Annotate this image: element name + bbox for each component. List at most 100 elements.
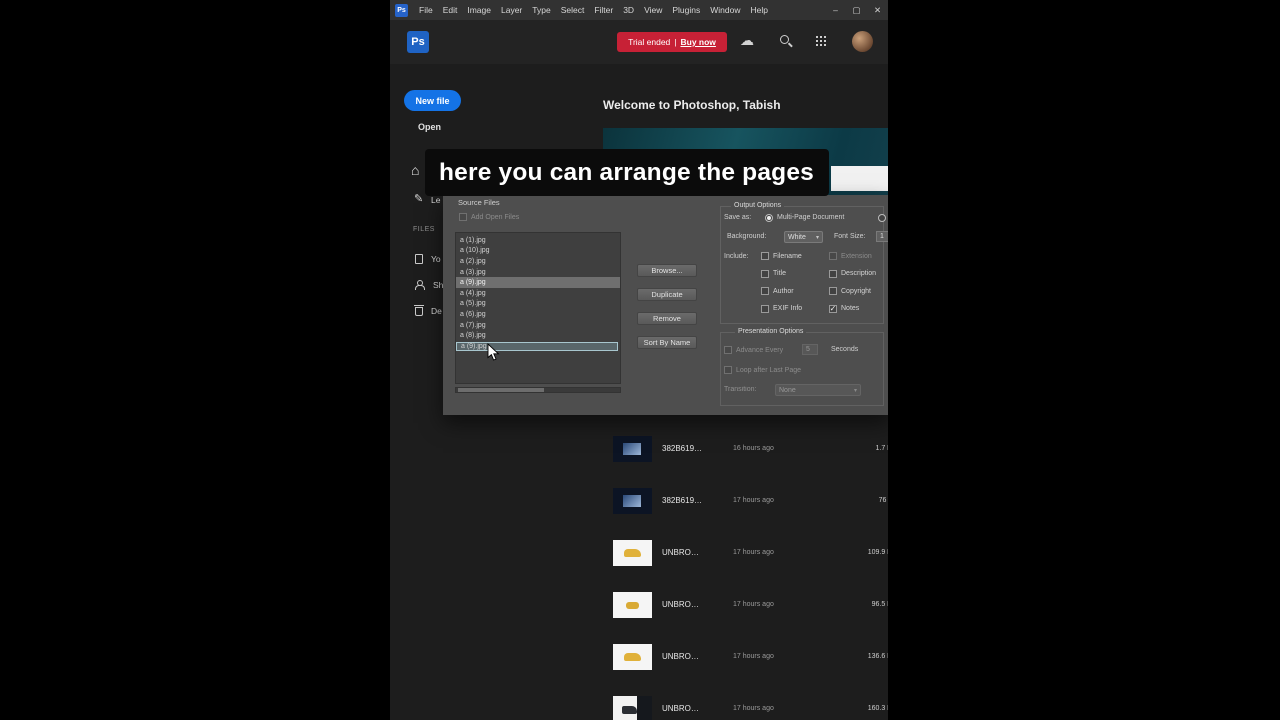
include-checkbox[interactable]: Copyright bbox=[829, 287, 888, 295]
menu-item[interactable]: View bbox=[639, 0, 667, 20]
checkbox-box[interactable] bbox=[829, 304, 837, 313]
source-file-name: a (9).jpg bbox=[461, 342, 487, 350]
background-dropdown[interactable]: White ▾ bbox=[784, 231, 823, 243]
menu-item[interactable]: File bbox=[414, 0, 438, 20]
maximize-button[interactable]: ▢ bbox=[846, 0, 867, 20]
source-file-name: a (8).jpg bbox=[460, 332, 486, 340]
window-controls: – ▢ ✕ bbox=[825, 0, 888, 20]
dialog-button[interactable]: Sort By Name bbox=[637, 336, 697, 349]
menu-item[interactable]: Type bbox=[527, 0, 555, 20]
source-file-row[interactable]: a (7).jpg bbox=[456, 320, 620, 331]
dialog-button[interactable]: Browse... bbox=[637, 264, 697, 277]
file-row[interactable]: UNBRO… 17 hours ago 96.5 M bbox=[390, 571, 888, 623]
menu-item[interactable]: Layer bbox=[496, 0, 527, 20]
minimize-button[interactable]: – bbox=[825, 0, 846, 20]
title-bar: Ps File Edit Image Layer Type Select Filter 3D V… bbox=[390, 0, 888, 20]
menu-item[interactable]: Help bbox=[745, 0, 772, 20]
checkbox-box[interactable] bbox=[459, 213, 467, 221]
checkbox-box[interactable] bbox=[724, 346, 732, 354]
dialog-button[interactable]: Remove bbox=[637, 312, 697, 325]
source-file-name: a (7).jpg bbox=[460, 321, 486, 329]
avatar[interactable] bbox=[852, 31, 873, 52]
include-label: Include: bbox=[724, 253, 749, 260]
menu-item[interactable]: Edit bbox=[438, 0, 463, 20]
file-row[interactable]: UNBRO… 17 hours ago 160.3 M bbox=[390, 675, 888, 720]
checkbox-box[interactable] bbox=[724, 366, 732, 374]
advance-seconds-field[interactable]: 5 bbox=[802, 344, 818, 355]
cloud-sync-icon[interactable]: ☁ bbox=[740, 32, 754, 49]
checkbox-box[interactable] bbox=[761, 304, 769, 313]
source-file-name: a (5).jpg bbox=[460, 300, 486, 308]
advance-every-checkbox[interactable]: Advance Every bbox=[724, 346, 783, 354]
checkbox-box[interactable] bbox=[829, 252, 837, 260]
search-icon[interactable] bbox=[780, 35, 789, 44]
dialog-button[interactable]: Duplicate bbox=[637, 288, 697, 301]
checkbox-label: Loop after Last Page bbox=[736, 366, 801, 374]
include-checkbox[interactable]: Extension bbox=[829, 252, 888, 260]
multi-page-radio[interactable] bbox=[765, 214, 773, 222]
home-icon[interactable]: ⌂ bbox=[411, 162, 419, 178]
menu-item[interactable]: Filter bbox=[589, 0, 618, 20]
multi-page-radio-label[interactable]: Multi-Page Document bbox=[777, 214, 844, 221]
checkbox-box[interactable] bbox=[829, 287, 837, 295]
source-file-row[interactable]: a (2).jpg bbox=[456, 256, 620, 267]
presentation-radio[interactable] bbox=[878, 214, 886, 222]
file-size: 76 K bbox=[878, 497, 888, 504]
banner-card[interactable] bbox=[831, 166, 888, 191]
source-file-name: a (6).jpg bbox=[460, 310, 486, 318]
trial-divider: | bbox=[674, 37, 677, 47]
menu-bar: File Edit Image Layer Type Select Filter 3D View… bbox=[414, 0, 773, 20]
file-row[interactable]: UNBRO… 17 hours ago 109.9 M bbox=[390, 519, 888, 571]
checkbox-box[interactable] bbox=[761, 269, 769, 278]
include-checkbox[interactable]: EXIF Info bbox=[761, 304, 829, 313]
apps-grid-icon[interactable] bbox=[816, 36, 818, 38]
menu-item[interactable]: Image bbox=[462, 0, 496, 20]
buy-now-link[interactable]: Buy now bbox=[681, 37, 716, 47]
include-checkbox[interactable]: Title bbox=[761, 269, 829, 278]
background-value: White bbox=[788, 233, 806, 241]
source-file-row[interactable]: a (3).jpg bbox=[456, 267, 620, 278]
include-checkbox[interactable]: Filename bbox=[761, 252, 829, 260]
include-checkbox[interactable]: Notes bbox=[829, 304, 888, 313]
source-file-list[interactable]: a (1).jpg a (10).jpg a (2).jpg a (3).jpg bbox=[455, 232, 621, 384]
source-file-row[interactable]: a (9).jpg bbox=[456, 277, 620, 288]
checkbox-box[interactable] bbox=[761, 252, 769, 260]
file-row[interactable]: UNBRO… 17 hours ago 136.6 M bbox=[390, 623, 888, 675]
scrollbar-thumb[interactable] bbox=[458, 388, 544, 392]
menu-item[interactable]: Select bbox=[556, 0, 590, 20]
source-file-row[interactable]: a (6).jpg bbox=[456, 309, 620, 320]
source-file-row[interactable]: a (10).jpg bbox=[456, 246, 620, 257]
checkbox-box[interactable] bbox=[829, 269, 837, 278]
transition-dropdown[interactable]: None ▾ bbox=[775, 384, 861, 396]
save-as-label: Save as: bbox=[724, 214, 752, 221]
sidebar-item-learn[interactable]: Le bbox=[431, 195, 440, 205]
learn-icon[interactable]: ✎ bbox=[414, 192, 423, 205]
trial-badge[interactable]: Trial ended | Buy now bbox=[617, 32, 727, 52]
source-file-row[interactable]: a (9).jpg bbox=[456, 341, 618, 351]
include-checkbox[interactable]: Description bbox=[829, 269, 888, 278]
caption-text: here you can arrange the pages bbox=[439, 158, 814, 186]
loop-checkbox[interactable]: Loop after Last Page bbox=[724, 366, 801, 374]
menu-item[interactable]: Window bbox=[705, 0, 745, 20]
horizontal-scrollbar[interactable] bbox=[455, 387, 621, 393]
close-button[interactable]: ✕ bbox=[867, 0, 888, 20]
source-file-row[interactable]: a (1).jpg bbox=[456, 235, 620, 246]
new-file-button[interactable]: New file bbox=[404, 90, 461, 111]
open-button[interactable]: Open bbox=[418, 122, 441, 132]
font-size-field[interactable]: 1 bbox=[876, 231, 888, 242]
source-file-row[interactable]: a (8).jpg bbox=[456, 330, 620, 341]
file-row[interactable]: 382B619… 17 hours ago 76 K bbox=[390, 467, 888, 519]
file-modified-time: 16 hours ago bbox=[733, 445, 774, 452]
add-open-files-checkbox[interactable]: Add Open Files bbox=[459, 213, 519, 221]
include-checkbox[interactable]: Author bbox=[761, 287, 829, 295]
menu-item[interactable]: Plugins bbox=[667, 0, 705, 20]
checkbox-box[interactable] bbox=[761, 287, 769, 295]
source-file-row[interactable]: a (4).jpg bbox=[456, 288, 620, 299]
sidebar-item-label: Yo bbox=[431, 254, 441, 264]
source-file-row[interactable]: a (5).jpg bbox=[456, 299, 620, 310]
app-header: Ps Trial ended | Buy now ☁ bbox=[390, 20, 888, 64]
file-row[interactable]: 382B619… 16 hours ago 1.7 M bbox=[390, 415, 888, 467]
file-size: 136.6 M bbox=[867, 653, 888, 660]
menu-item[interactable]: 3D bbox=[618, 0, 639, 20]
file-thumbnail bbox=[613, 540, 652, 566]
